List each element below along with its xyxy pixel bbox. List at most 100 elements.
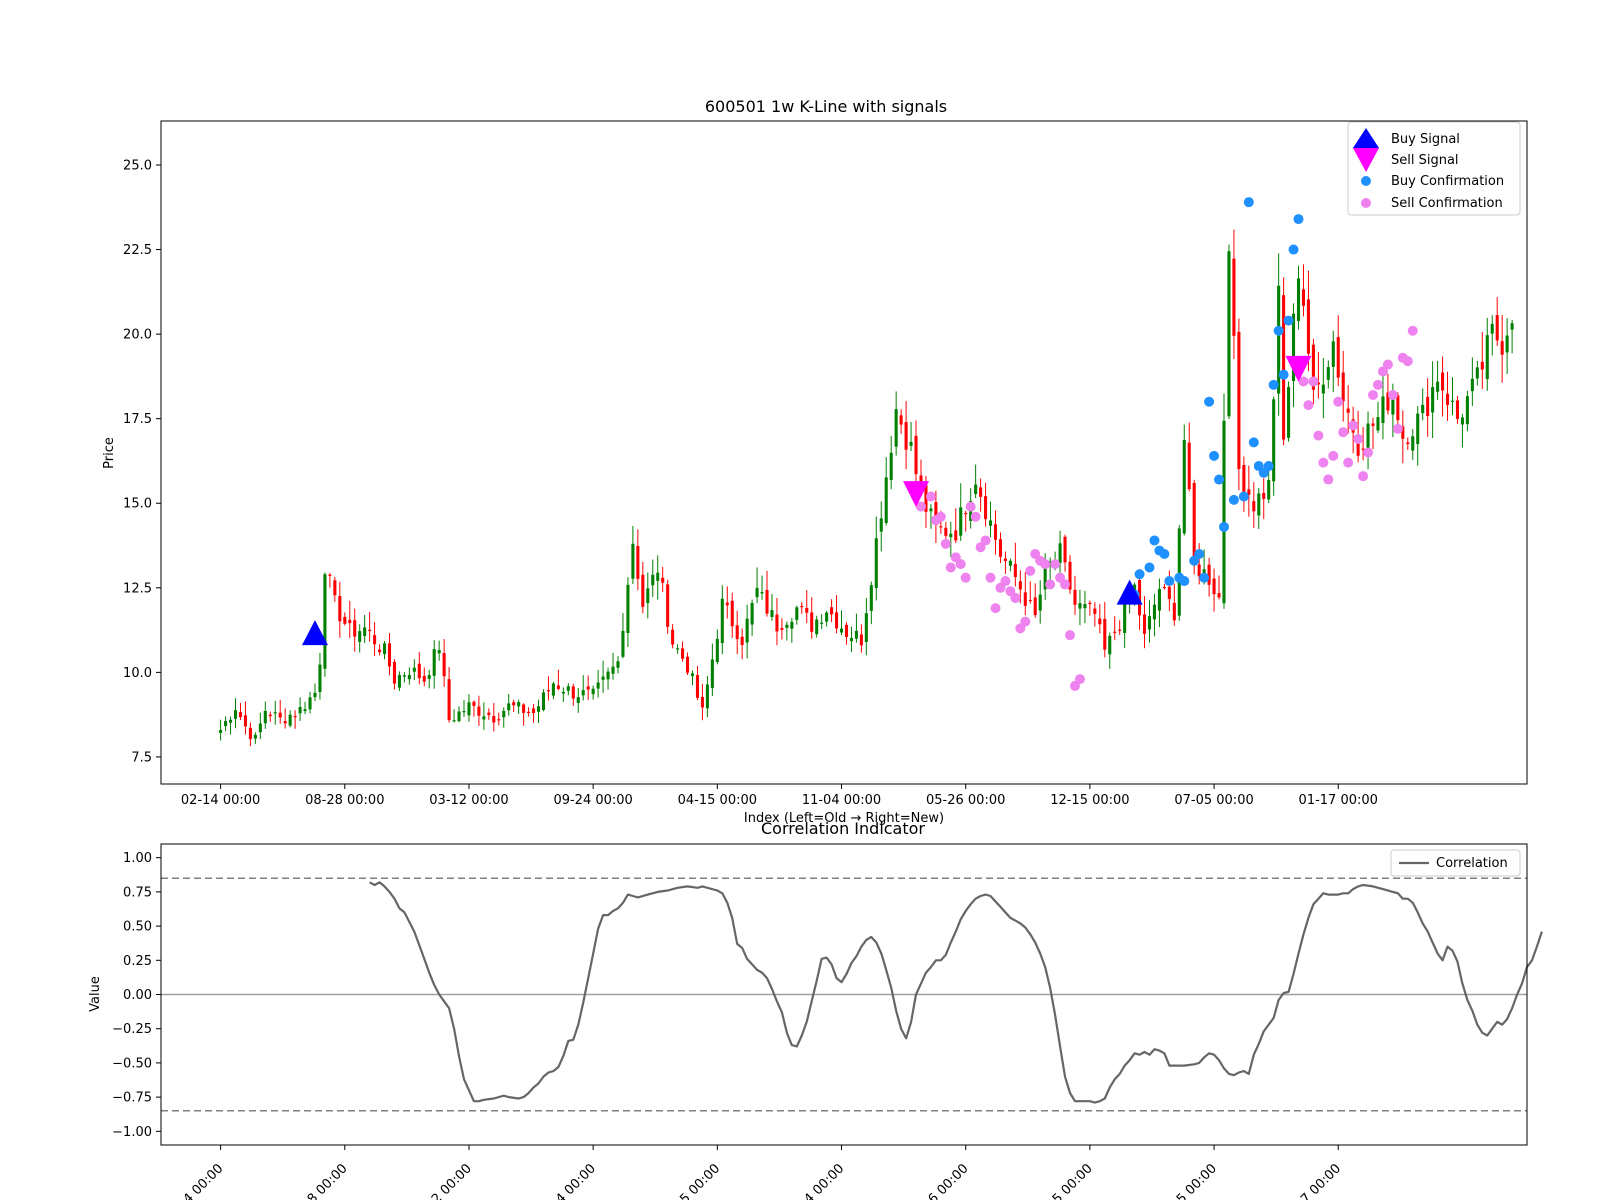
candle-body: [820, 622, 824, 624]
candle-body: [720, 598, 724, 644]
candle-body: [685, 656, 690, 673]
candle-body: [561, 691, 565, 694]
correlation-ylabel: Value: [88, 976, 103, 1012]
candle-body: [1301, 289, 1306, 306]
sell-confirmation-point: [935, 511, 946, 522]
candle-body: [1113, 631, 1117, 633]
candle-body: [248, 727, 252, 740]
candle-body: [373, 635, 377, 645]
candle-body: [1098, 618, 1102, 625]
candle-body: [1118, 629, 1122, 631]
legend-sell-signal-label: Sell Signal: [1391, 153, 1459, 168]
candle-body: [740, 636, 744, 645]
sell-confirmation-point: [1074, 674, 1085, 685]
candle-body: [1172, 602, 1176, 621]
sell-confirmation-point: [955, 559, 966, 570]
candle-body: [238, 712, 243, 718]
buy-confirmation-point: [1214, 474, 1225, 485]
sell-confirmation-point: [1060, 579, 1071, 590]
candle-body: [1142, 614, 1147, 634]
candle-body: [1088, 602, 1092, 605]
sell-confirmation-point: [1040, 559, 1051, 570]
candle-body: [815, 619, 819, 635]
candle-body: [293, 715, 297, 718]
kline-xtick-label: 04-15 00:00: [678, 793, 757, 808]
legend-buy-confirmation-label: Buy Confirmation: [1391, 174, 1504, 189]
sell-confirmation-point: [1318, 457, 1329, 468]
candle-body: [303, 709, 307, 712]
legend-correlation-label: Correlation: [1436, 856, 1508, 871]
candle-body: [253, 734, 257, 739]
candle-body: [318, 664, 322, 693]
candle-body: [839, 628, 844, 633]
correlation-ytick-label: −0.75: [112, 1091, 152, 1106]
sell-confirmation-point: [1313, 430, 1324, 441]
candle-body: [571, 686, 575, 699]
candle-body: [656, 572, 660, 581]
candle-body: [830, 607, 834, 615]
candle-body: [1023, 592, 1027, 606]
candle-body: [437, 650, 441, 654]
candle-body: [626, 584, 630, 633]
legend-buy-signal-label: Buy Signal: [1391, 132, 1460, 147]
kline-ytick-label: 22.5: [123, 243, 152, 258]
candle-body: [348, 619, 352, 624]
candle-body: [700, 696, 704, 708]
candle-body: [1013, 563, 1017, 578]
candle-body: [556, 685, 560, 689]
sell-confirmation-point: [985, 572, 996, 583]
candle-body: [1406, 442, 1410, 445]
candle-body: [730, 600, 734, 627]
sell-confirmation-point: [1402, 356, 1413, 367]
buy-confirmation-point: [1209, 450, 1220, 461]
candle-body: [750, 602, 754, 625]
candle-body: [651, 574, 655, 586]
candle-body: [1003, 558, 1007, 561]
candle-body: [1336, 337, 1340, 378]
candle-body: [671, 629, 675, 645]
candle-body: [551, 683, 555, 696]
candle-body: [735, 625, 739, 640]
kline-ytick-label: 7.5: [131, 750, 152, 765]
candle-body: [1237, 331, 1241, 470]
buy-confirmation-point: [1199, 572, 1210, 583]
candle-body: [835, 612, 839, 629]
sell-confirmation-point: [1000, 576, 1011, 587]
kline-xtick-label: 08-28 00:00: [305, 793, 384, 808]
candle-body: [353, 620, 357, 637]
candle-body: [512, 702, 516, 706]
candle-body: [1063, 536, 1067, 563]
candle-body: [705, 684, 709, 709]
candle-body: [1182, 439, 1186, 534]
candle-body: [681, 648, 685, 659]
candle-body: [229, 719, 233, 723]
candle-body: [646, 588, 650, 604]
candle-body: [1083, 604, 1087, 609]
candle-body: [894, 409, 898, 447]
candle-body: [422, 675, 426, 682]
candle-body: [1441, 372, 1445, 391]
candle-body: [914, 435, 918, 475]
candle-body: [616, 661, 620, 668]
candle-body: [1306, 299, 1310, 354]
candle-body: [442, 653, 446, 677]
sell-confirmation-point: [1372, 379, 1383, 390]
candle-body: [1426, 396, 1430, 417]
kline-ytick-label: 20.0: [123, 328, 152, 343]
candle-body: [854, 630, 858, 639]
buy-confirmation-point: [1204, 396, 1215, 407]
candle-body: [333, 580, 337, 596]
candle-body: [224, 721, 228, 727]
buy-confirmation-point: [1228, 494, 1239, 505]
candle-body: [378, 649, 382, 653]
candle-body: [447, 679, 451, 721]
candle-body: [621, 630, 625, 657]
candle-body: [472, 701, 476, 706]
candle-body: [1470, 378, 1474, 392]
candle-body: [308, 697, 312, 710]
candle-body: [1366, 423, 1370, 449]
sell-confirmation-point: [1065, 630, 1076, 641]
kline-ytick-label: 12.5: [123, 581, 152, 596]
candle-body: [427, 675, 431, 679]
candle-body: [328, 574, 332, 576]
